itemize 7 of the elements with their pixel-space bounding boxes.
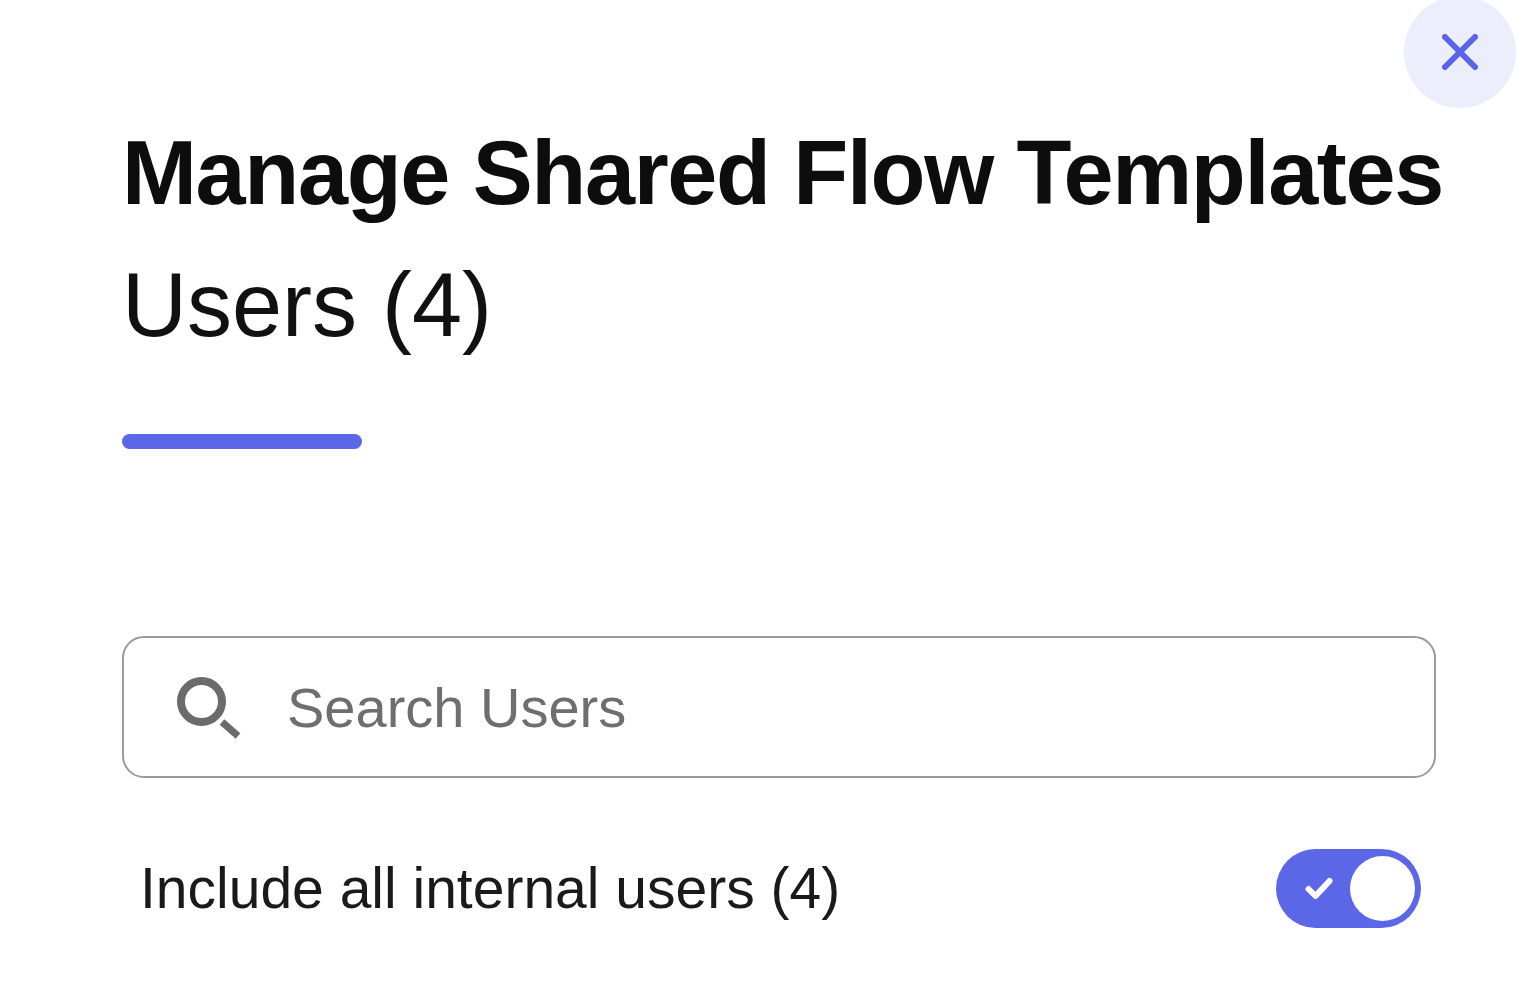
search-icon xyxy=(177,677,241,739)
toggle-label: Include all internal users (4) xyxy=(140,855,841,922)
check-icon xyxy=(1305,877,1333,900)
tab[interactable]: Users (4) xyxy=(122,253,493,357)
close-icon xyxy=(1442,34,1478,70)
search-field[interactable]: Search Users xyxy=(122,636,1436,778)
dialog-title: Manage Shared Flow Templates xyxy=(122,122,1443,225)
